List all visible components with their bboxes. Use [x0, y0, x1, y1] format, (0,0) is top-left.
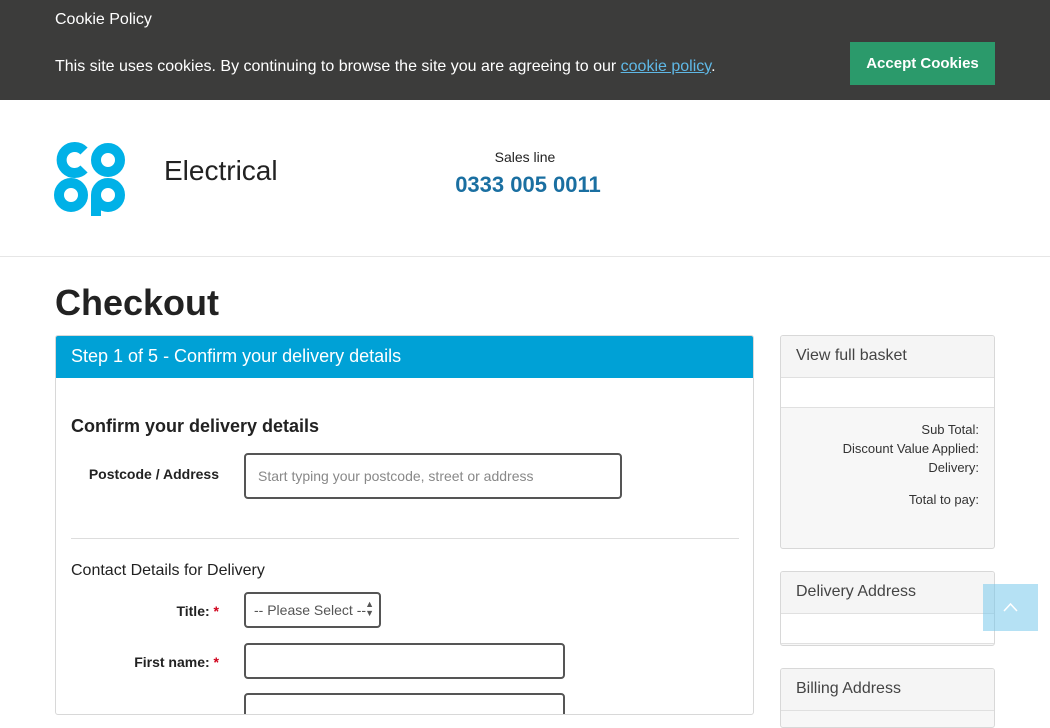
title-label-text: Title: — [176, 603, 210, 619]
delivery-cost-label: Delivery: — [928, 460, 979, 475]
billing-address-box: Billing Address — [780, 668, 995, 728]
cookie-text: This site uses cookies. By continuing to… — [55, 58, 621, 75]
billing-address-heading: Billing Address — [781, 669, 994, 711]
coop-logo-icon[interactable] — [53, 139, 127, 216]
view-full-basket-link[interactable]: View full basket — [781, 336, 994, 378]
required-marker: * — [213, 603, 219, 619]
first-name-input[interactable] — [244, 643, 565, 679]
section-title: Confirm your delivery details — [71, 416, 320, 436]
cookie-message: This site uses cookies. By continuing to… — [55, 58, 716, 76]
cookie-period: . — [711, 58, 716, 75]
title-select-value: -- Please Select -- — [254, 602, 367, 618]
chevron-up-icon — [1003, 602, 1018, 612]
brand-name: Electrical — [164, 155, 278, 186]
delivery-address-box: Delivery Address — [780, 571, 995, 646]
total-to-pay-label: Total to pay: — [908, 492, 979, 507]
title-select[interactable]: -- Please Select -- ▲ ▼ — [244, 592, 381, 628]
page-title: Checkout — [55, 282, 220, 323]
basket-summary: View full basket Sub Total: Discount Val… — [780, 335, 995, 549]
title-label: Title: * — [71, 603, 219, 619]
scroll-to-top-button[interactable] — [983, 584, 1038, 631]
select-arrows-icon: ▲ ▼ — [365, 599, 374, 618]
cookie-banner: Cookie Policy This site uses cookies. By… — [0, 0, 1050, 100]
required-marker: * — [213, 654, 219, 670]
first-name-label-text: First name: — [134, 654, 210, 670]
discount-label: Discount Value Applied: — [842, 441, 979, 456]
delivery-address-heading: Delivery Address — [781, 572, 994, 614]
basket-items — [781, 378, 994, 408]
delivery-address-content — [781, 614, 994, 644]
cookie-title: Cookie Policy — [55, 11, 152, 28]
postcode-input[interactable] — [244, 453, 622, 499]
divider — [71, 538, 739, 539]
sales-line-label: Sales line — [494, 149, 556, 165]
sales-phone[interactable]: 0333 005 0011 — [430, 172, 626, 198]
last-name-input[interactable] — [244, 693, 565, 714]
checkout-panel: Step 1 of 5 - Confirm your delivery deta… — [55, 335, 754, 715]
contact-details-heading: Contact Details for Delivery — [71, 562, 265, 579]
site-header: Electrical Sales line 0333 005 0011 — [0, 100, 1050, 257]
step-header: Step 1 of 5 - Confirm your delivery deta… — [56, 336, 753, 378]
sub-total-label: Sub Total: — [921, 422, 979, 437]
accept-cookies-button[interactable]: Accept Cookies — [850, 42, 995, 85]
postcode-label: Postcode / Address — [88, 466, 219, 482]
cookie-policy-link[interactable]: cookie policy — [621, 58, 711, 75]
first-name-label: First name: * — [71, 654, 219, 670]
basket-totals: Sub Total: Discount Value Applied: Deliv… — [781, 408, 994, 509]
